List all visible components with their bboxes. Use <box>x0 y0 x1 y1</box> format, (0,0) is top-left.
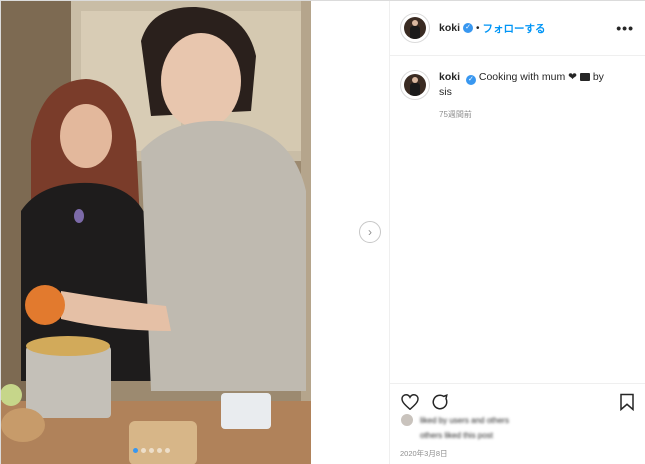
carousel-indicator <box>133 448 170 453</box>
carousel-dot <box>141 448 146 453</box>
post-photo[interactable]: › <box>1 1 389 464</box>
carousel-dot <box>165 448 170 453</box>
caption-body: Cooking with mum <box>478 71 566 83</box>
carousel-dot <box>149 448 154 453</box>
likes-text-2: others liked this post <box>420 431 493 440</box>
post-date: 2020年3月8日 <box>400 449 448 458</box>
likes-summary[interactable]: liked by users and others <box>400 413 640 427</box>
post-dialog: › koki ✓ • フォローする ••• koki ✓ Cooking wit… <box>0 0 645 464</box>
avatar[interactable] <box>400 13 430 43</box>
chevron-right-icon: › <box>368 225 372 239</box>
caption-text: koki ✓ Cooking with mum ❤ by sis 75週間前 <box>439 70 629 122</box>
carousel-dot <box>157 448 162 453</box>
heart-icon <box>401 393 419 410</box>
caption-username[interactable]: koki <box>439 71 460 83</box>
carousel-dot <box>133 448 138 453</box>
like-button[interactable] <box>400 392 420 412</box>
photo-illustration <box>1 1 389 464</box>
save-button[interactable] <box>617 392 637 412</box>
comment-icon <box>432 393 448 409</box>
next-photo-button[interactable]: › <box>359 221 381 243</box>
more-icon[interactable]: ••• <box>616 20 634 36</box>
avatar[interactable] <box>400 70 430 100</box>
verified-badge-icon: ✓ <box>465 75 476 85</box>
caption: koki ✓ Cooking with mum ❤ by sis 75週間前 <box>390 56 645 122</box>
likes-text: liked by users and others <box>420 415 509 425</box>
caption-suffix: by <box>592 71 604 83</box>
verified-badge-icon: ✓ <box>463 23 474 33</box>
caption-suffix2: sis <box>439 86 452 98</box>
post-side-panel: koki ✓ • フォローする ••• koki ✓ Cooking with … <box>389 1 645 464</box>
liker-avatar <box>400 413 414 427</box>
separator: • <box>476 22 480 34</box>
heart-emoji: ❤ <box>568 71 577 83</box>
time-ago: 75週間前 <box>439 110 472 119</box>
follow-button[interactable]: フォローする <box>483 21 546 36</box>
comment-button[interactable] <box>430 392 450 412</box>
bookmark-icon <box>620 393 634 411</box>
action-bar <box>390 383 645 413</box>
post-header: koki ✓ • フォローする ••• <box>390 1 645 56</box>
username-link[interactable]: koki <box>439 22 460 34</box>
clapper-board-icon <box>579 73 590 81</box>
